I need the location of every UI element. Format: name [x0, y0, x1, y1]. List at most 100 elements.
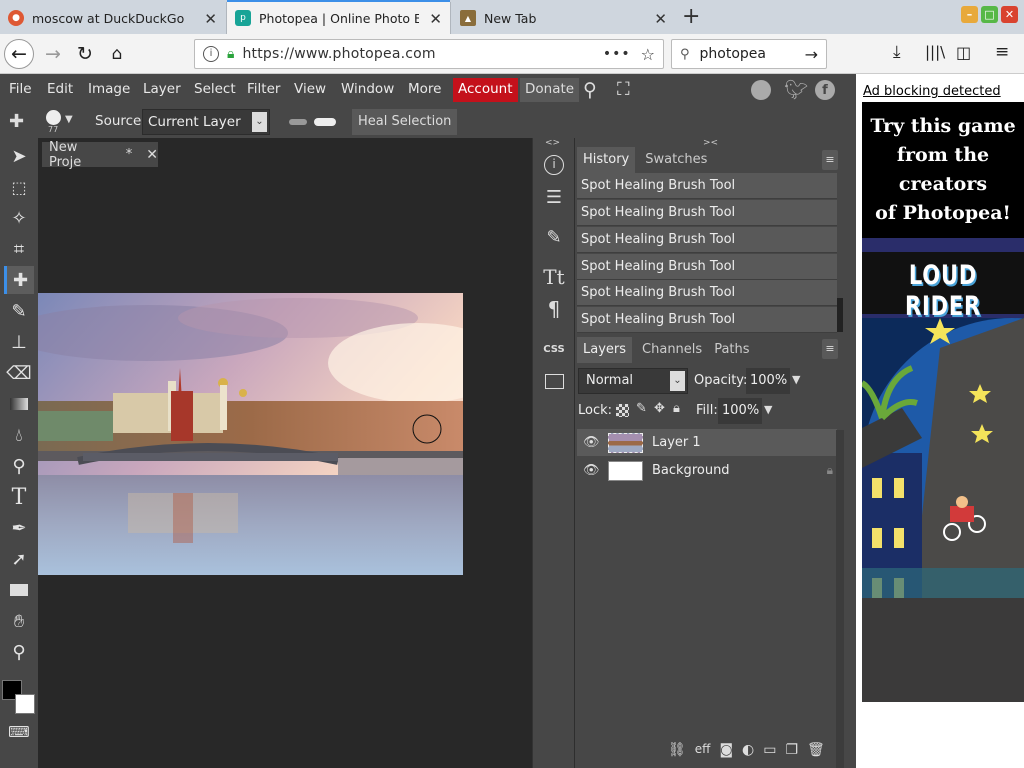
zoom-tool-icon[interactable]: ⚲	[4, 638, 34, 666]
css-panel-icon[interactable]: CSS	[537, 334, 571, 364]
url-bar[interactable]: i 🔒︎ https://www.photopea.com ••• ☆	[194, 39, 664, 69]
history-item[interactable]: Spot Healing Brush Tool	[577, 254, 837, 280]
hamburger-menu-icon[interactable]: ≡	[995, 42, 1009, 62]
search-input[interactable]: photopea	[700, 46, 766, 62]
history-item[interactable]: Spot Healing Brush Tool	[577, 200, 837, 226]
sample-toggle-icon[interactable]	[314, 118, 336, 126]
background-color-swatch[interactable]	[15, 694, 35, 714]
minimize-button[interactable]: –	[961, 6, 978, 23]
character-panel-icon[interactable]: Tt	[537, 262, 571, 292]
layer-name[interactable]: Background	[652, 463, 730, 478]
stamp-tool-icon[interactable]: ⊥	[4, 328, 34, 356]
tab-swatches[interactable]: Swatches	[639, 147, 713, 173]
layer-mask-icon[interactable]: ◙	[719, 742, 733, 758]
close-document-icon[interactable]: ✕	[146, 147, 158, 163]
history-item[interactable]: Spot Healing Brush Tool	[577, 280, 837, 306]
crop-tool-icon[interactable]: ⌗	[4, 235, 34, 263]
sidebar-icon[interactable]: ◫	[956, 43, 971, 62]
brush-preset-picker[interactable]: 77 ▼	[38, 106, 74, 138]
history-item[interactable]: Spot Healing Brush Tool	[577, 227, 837, 253]
search-go-icon[interactable]: →	[805, 45, 818, 64]
ad-blocking-notice-link[interactable]: Ad blocking detected	[863, 84, 1001, 99]
reload-button[interactable]: ↻	[70, 39, 100, 69]
mode-toggle-icon[interactable]	[289, 119, 307, 125]
tab-layers[interactable]: Layers	[577, 337, 633, 363]
search-bar[interactable]: ⚲ photopea →	[671, 39, 827, 69]
path-select-tool-icon[interactable]: ➚	[4, 545, 34, 573]
lock-position-icon[interactable]: ✥	[654, 401, 665, 416]
history-item[interactable]: Spot Healing Brush Tool	[577, 173, 837, 199]
tab-channels[interactable]: Channels	[636, 337, 708, 363]
source-select[interactable]: Current Layer ⌄	[142, 109, 270, 135]
page-actions-icon[interactable]: •••	[603, 46, 631, 62]
layer-name[interactable]: Layer 1	[652, 435, 701, 450]
menu-filter[interactable]: Filter	[247, 74, 280, 106]
lock-all-icon[interactable]: 🔒︎	[673, 401, 680, 416]
magic-wand-tool-icon[interactable]: ✧	[4, 204, 34, 232]
shape-tool-icon[interactable]	[4, 576, 34, 604]
history-item[interactable]: Spot Healing Brush Tool	[577, 307, 837, 333]
lock-transparency-icon[interactable]	[616, 404, 629, 417]
marquee-tool-icon[interactable]: ⬚	[4, 173, 34, 201]
layers-scrollbar[interactable]	[836, 430, 844, 768]
downloads-icon[interactable]: ⤓	[893, 42, 901, 62]
layer-row-background[interactable]: 👁︎ Background 🔒︎	[577, 457, 837, 484]
brush-panel-icon[interactable]: ✎	[537, 222, 571, 252]
new-layer-icon[interactable]: ❐	[785, 742, 798, 758]
image-canvas[interactable]	[38, 293, 463, 575]
info-icon[interactable]: i	[203, 46, 219, 62]
pen-tool-icon[interactable]: ✒	[4, 514, 34, 542]
adjustments-panel-icon[interactable]: ☰	[537, 182, 571, 212]
move-tool-icon[interactable]: ➤	[4, 142, 34, 170]
close-tab-icon[interactable]: ✕	[204, 10, 217, 28]
menu-image[interactable]: Image	[88, 74, 130, 106]
tab-history[interactable]: History	[577, 147, 636, 173]
forward-button[interactable]: →	[38, 39, 68, 69]
blend-mode-select[interactable]: Normal ⌄	[578, 368, 688, 394]
bookmark-star-icon[interactable]: ☆	[641, 45, 655, 64]
collapse-arrows-icon[interactable]: <>	[545, 138, 560, 148]
home-button[interactable]: ⌂	[102, 39, 132, 69]
fill-dropdown-icon[interactable]: ▼	[764, 403, 772, 416]
panel-menu-icon[interactable]: ≡	[822, 339, 838, 359]
delete-layer-icon[interactable]: 🗑︎	[807, 742, 825, 758]
search-icon[interactable]: ⚲	[583, 79, 597, 101]
panel-menu-icon[interactable]: ≡	[822, 150, 838, 170]
adjustment-layer-icon[interactable]: ◐	[742, 742, 754, 758]
keyboard-icon[interactable]: ⌨	[4, 718, 34, 746]
link-layers-icon[interactable]: ⛓	[668, 742, 686, 758]
back-button[interactable]: ←	[4, 39, 34, 69]
facebook-icon[interactable]: f	[815, 80, 835, 100]
info-panel-icon[interactable]: i	[537, 150, 571, 180]
gradient-tool-icon[interactable]	[4, 390, 34, 418]
browser-tab-duckduckgo[interactable]: ● moscow at DuckDuckGo ✕	[0, 2, 225, 34]
browser-tab-newtab[interactable]: ▲ New Tab ✕	[452, 2, 675, 34]
menu-window[interactable]: Window	[341, 74, 394, 106]
blur-tool-icon[interactable]: 💧︎	[4, 421, 34, 449]
game-ad-banner[interactable]: Try this game from the creators of Photo…	[862, 102, 1024, 702]
image-panel-icon[interactable]	[537, 366, 571, 396]
new-tab-button[interactable]: +	[682, 4, 700, 29]
lock-pixels-icon[interactable]: ✎	[636, 401, 647, 416]
close-tab-icon[interactable]: ✕	[654, 10, 667, 28]
account-button[interactable]: Account	[453, 78, 518, 102]
layer-effects-icon[interactable]: eff	[695, 742, 711, 758]
menu-view[interactable]: View	[294, 74, 326, 106]
menu-layer[interactable]: Layer	[143, 74, 181, 106]
browser-tab-photopea[interactable]: p Photopea | Online Photo Editor ✕	[226, 0, 451, 34]
maximize-button[interactable]: □	[981, 6, 998, 23]
visibility-eye-icon[interactable]: 👁︎	[583, 463, 600, 478]
menu-edit[interactable]: Edit	[47, 74, 73, 106]
healing-tool-icon[interactable]: ✚	[4, 266, 34, 294]
opacity-input[interactable]: 100%	[746, 368, 790, 394]
fill-input[interactable]: 100%	[718, 398, 762, 424]
heal-selection-button[interactable]: Heal Selection	[352, 109, 458, 135]
twitter-icon[interactable]: 🐦︎	[784, 78, 808, 101]
brush-tool-icon[interactable]: ✎	[4, 297, 34, 325]
hand-tool-icon[interactable]: ✋︎	[4, 607, 34, 635]
new-group-icon[interactable]: ▭	[763, 742, 776, 758]
document-tab[interactable]: New Proje * ✕	[42, 140, 158, 170]
menu-file[interactable]: File	[9, 74, 32, 106]
library-icon[interactable]: |||\	[925, 43, 945, 61]
visibility-eye-icon[interactable]: 👁︎	[583, 435, 600, 450]
